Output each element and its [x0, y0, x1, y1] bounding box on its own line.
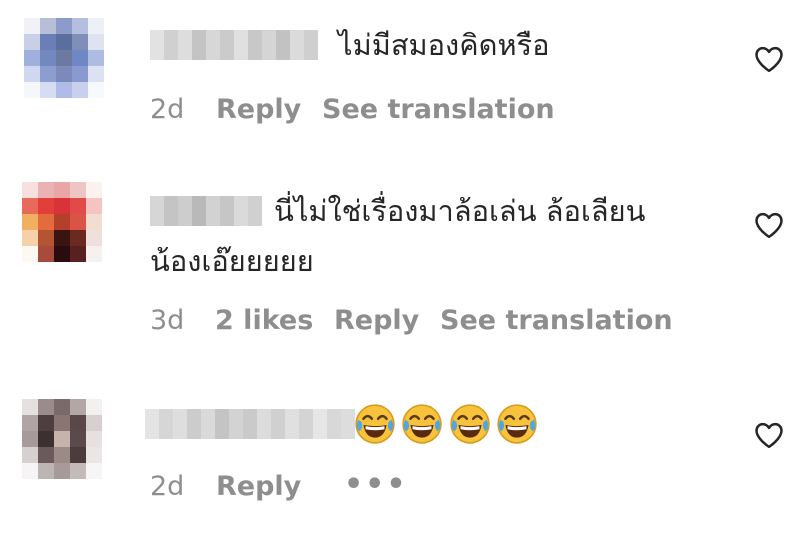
- avatar[interactable]: [22, 399, 102, 479]
- likes-count-button[interactable]: 2 likes: [215, 305, 313, 336]
- reply-button[interactable]: Reply: [216, 471, 301, 502]
- username-blurred[interactable]: [145, 409, 355, 439]
- comment-item: นี่ไม่ใช่เรื่องมาล้อเล่น ล้อเลียน น้องเอ…: [0, 150, 800, 365]
- emoji-face-with-tears-of-joy: [450, 404, 490, 444]
- see-translation-button[interactable]: See translation: [440, 305, 673, 336]
- emoji-face-with-tears-of-joy: [402, 404, 442, 444]
- heart-outline-icon[interactable]: [754, 45, 784, 73]
- comment-text: ไม่มีสมองคิดหรือ: [338, 28, 550, 62]
- avatar[interactable]: [24, 18, 104, 98]
- comment-item: 😂😂😂😂 2d Reply •••: [0, 365, 800, 548]
- reply-button[interactable]: Reply: [216, 94, 301, 125]
- comment-time[interactable]: 2d: [150, 471, 184, 502]
- more-horizontal-icon[interactable]: •••: [344, 467, 408, 502]
- username-blurred[interactable]: [150, 196, 262, 226]
- comment-time[interactable]: 2d: [150, 94, 184, 125]
- comment-text-line-2: น้องเอ๊ยยยยย: [150, 244, 314, 278]
- avatar[interactable]: [22, 182, 102, 262]
- username-blurred[interactable]: [150, 30, 318, 60]
- comment-item: ไม่มีสมองคิดหรือ 2d Reply See translatio…: [0, 0, 800, 150]
- see-translation-button[interactable]: See translation: [322, 94, 555, 125]
- reply-button[interactable]: Reply: [334, 305, 419, 336]
- heart-outline-icon[interactable]: [754, 211, 784, 239]
- heart-outline-icon[interactable]: [754, 421, 784, 449]
- emoji-face-with-tears-of-joy: [497, 404, 537, 444]
- emoji-face-with-tears-of-joy: [355, 404, 395, 444]
- comment-text-line-1: นี่ไม่ใช่เรื่องมาล้อเล่น ล้อเลียน: [274, 194, 646, 228]
- comment-time[interactable]: 3d: [150, 305, 184, 336]
